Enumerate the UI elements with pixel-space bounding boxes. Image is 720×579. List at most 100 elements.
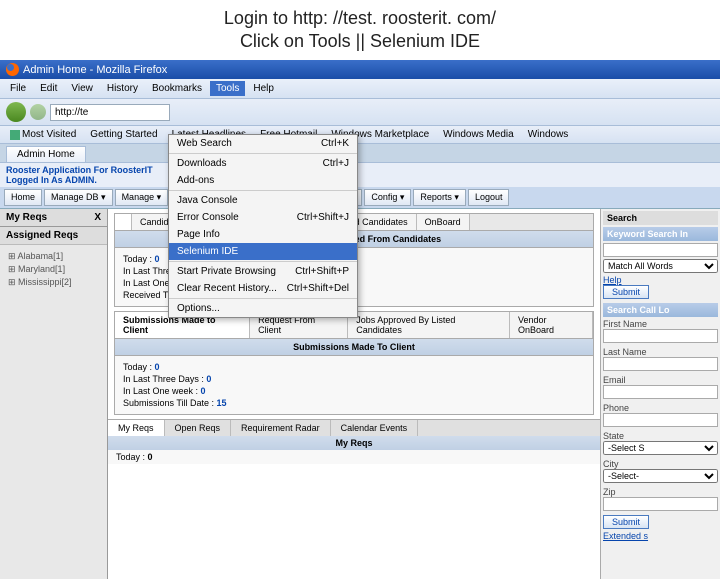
- slide-instruction: Login to http: //test. roosterit. com/ C…: [0, 0, 720, 60]
- app-nav: HomeManage DB ▾Manage ▾Tracking ▾Tools ▾…: [0, 187, 720, 209]
- menu-bookmarks[interactable]: Bookmarks: [146, 81, 208, 96]
- tools-item-error-console[interactable]: Error ConsoleCtrl+Shift+J: [169, 209, 357, 226]
- instruction-line2: Click on Tools || Selenium IDE: [0, 31, 720, 52]
- window-title: Admin Home - Mozilla Firefox: [23, 64, 167, 76]
- sidebar-close[interactable]: X: [94, 212, 101, 223]
- stat-row: In Last One week : 0: [123, 386, 585, 396]
- nav-manage-db-[interactable]: Manage DB ▾: [44, 189, 113, 206]
- tools-item-java-console[interactable]: Java Console: [169, 192, 357, 209]
- tab[interactable]: [115, 214, 132, 230]
- bookmarks-toolbar: Most Visited Getting Started Latest Head…: [0, 126, 720, 144]
- nav-config-[interactable]: Config ▾: [364, 189, 411, 206]
- menu-tools[interactable]: Tools: [210, 81, 245, 96]
- sidebar-tree: ⊞ Alabama[1] ⊞ Maryland[1] ⊞ Mississippi[2…: [0, 245, 107, 294]
- tab[interactable]: Calendar Events: [331, 420, 419, 436]
- last-name-label: Last Name: [603, 347, 718, 357]
- stat-row: Submissions Till Date : 15: [123, 398, 585, 408]
- tab[interactable]: My Reqs: [108, 420, 165, 436]
- nav-logout[interactable]: Logout: [468, 189, 510, 206]
- back-button[interactable]: [6, 102, 26, 122]
- tools-item-web-search[interactable]: Web SearchCtrl+K: [169, 135, 357, 152]
- panel2-body: Today : 0 In Last Three Days : 0 In Last O…: [115, 356, 593, 414]
- firefox-icon: [6, 63, 19, 76]
- menubar: File Edit View History Bookmarks Tools H…: [0, 79, 720, 99]
- tools-item-page-info[interactable]: Page Info: [169, 226, 357, 243]
- tab-admin-home[interactable]: Admin Home: [6, 146, 86, 162]
- phone-label: Phone: [603, 403, 718, 413]
- help-link[interactable]: Help: [603, 275, 718, 285]
- menu-file[interactable]: File: [4, 81, 32, 96]
- tree-item[interactable]: ⊞ Mississippi[2]: [8, 277, 99, 288]
- panel2-title: Submissions Made To Client: [115, 339, 593, 356]
- tab[interactable]: Open Reqs: [165, 420, 232, 436]
- sidebar-header: My Reqs X: [0, 209, 107, 227]
- sidebar-section: Assigned Reqs: [0, 227, 107, 245]
- last-name-input[interactable]: [603, 357, 718, 371]
- menu-view[interactable]: View: [65, 81, 99, 96]
- tree-item[interactable]: ⊞ Alabama[1]: [8, 251, 99, 262]
- match-select[interactable]: Match All Words: [603, 259, 718, 273]
- sidebar-title: My Reqs: [6, 212, 47, 223]
- tools-item-add-ons[interactable]: Add-ons: [169, 172, 357, 189]
- tools-item-start-private-browsing[interactable]: Start Private BrowsingCtrl+Shift+P: [169, 263, 357, 280]
- tools-item-clear-recent-history-[interactable]: Clear Recent History...Ctrl+Shift+Del: [169, 280, 357, 297]
- menu-help[interactable]: Help: [247, 81, 280, 96]
- city-select[interactable]: -Select-: [603, 469, 718, 483]
- zip-label: Zip: [603, 487, 718, 497]
- right-column: Search Keyword Search In Match All Words…: [600, 209, 720, 579]
- bm-getting-started[interactable]: Getting Started: [86, 128, 161, 141]
- stat-row: Today : 0: [123, 362, 585, 372]
- phone-input[interactable]: [603, 413, 718, 427]
- panel-submissions: Submissions Made to ClientRequest From C…: [114, 311, 594, 415]
- keyword-input[interactable]: [603, 243, 718, 257]
- url-bar[interactable]: http://te: [50, 104, 170, 121]
- submit-button-2[interactable]: Submit: [603, 515, 649, 529]
- nav-reports-[interactable]: Reports ▾: [413, 189, 466, 206]
- sidebar: My Reqs X Assigned Reqs ⊞ Alabama[1] ⊞ Ma…: [0, 209, 108, 579]
- bm-most-visited[interactable]: Most Visited: [6, 128, 80, 141]
- tab[interactable]: OnBoard: [417, 214, 470, 230]
- firefox-window: Admin Home - Mozilla Firefox File Edit V…: [0, 60, 720, 579]
- menu-edit[interactable]: Edit: [34, 81, 63, 96]
- state-label: State: [603, 431, 718, 441]
- bm-windows[interactable]: Windows: [524, 128, 573, 141]
- menu-history[interactable]: History: [101, 81, 144, 96]
- nav-toolbar: http://te: [0, 99, 720, 126]
- zip-input[interactable]: [603, 497, 718, 511]
- first-name-input[interactable]: [603, 329, 718, 343]
- tools-item-options-[interactable]: Options...: [169, 300, 357, 317]
- first-name-label: First Name: [603, 319, 718, 329]
- tab-bar: Admin Home: [0, 144, 720, 163]
- stat-row: In Last Three Days : 0: [123, 374, 585, 384]
- forward-button[interactable]: [30, 104, 46, 120]
- call-log-header: Search Call Lo: [603, 303, 718, 317]
- email-input[interactable]: [603, 385, 718, 399]
- submit-button[interactable]: Submit: [603, 285, 649, 299]
- bottom-title: My Reqs: [108, 436, 600, 450]
- tab[interactable]: Jobs Approved By Listed Candidates: [348, 312, 510, 338]
- tab[interactable]: Requirement Radar: [231, 420, 331, 436]
- app-content: Rooster Application For RoosterIT Logged…: [0, 163, 720, 579]
- tools-item-downloads[interactable]: DownloadsCtrl+J: [169, 155, 357, 172]
- window-titlebar: Admin Home - Mozilla Firefox: [0, 60, 720, 79]
- bottom-row: Today : 0: [108, 450, 600, 464]
- nav-home[interactable]: Home: [4, 189, 42, 206]
- keyword-search-header: Keyword Search In: [603, 227, 718, 241]
- app-login-status: Logged In As ADMIN.: [6, 175, 714, 185]
- url-text: http://te: [55, 107, 88, 118]
- folder-icon: [10, 130, 20, 140]
- city-label: City: [603, 459, 718, 469]
- app-header: Rooster Application For RoosterIT Logged…: [0, 163, 720, 187]
- tools-item-selenium-ide[interactable]: Selenium IDE: [169, 243, 357, 260]
- bottom-value: 0: [148, 452, 153, 462]
- app-title: Rooster Application For RoosterIT: [6, 165, 714, 175]
- instruction-line1: Login to http: //test. roosterit. com/: [0, 8, 720, 29]
- tab[interactable]: Vendor OnBoard: [510, 312, 593, 338]
- tree-item[interactable]: ⊞ Maryland[1]: [8, 264, 99, 275]
- nav-manage-[interactable]: Manage ▾: [115, 189, 169, 206]
- bottom-tabs: My ReqsOpen ReqsRequirement RadarCalenda…: [108, 419, 600, 436]
- bm-media[interactable]: Windows Media: [439, 128, 518, 141]
- bottom-label: Today :: [116, 452, 145, 462]
- state-select[interactable]: -Select S: [603, 441, 718, 455]
- email-label: Email: [603, 375, 718, 385]
